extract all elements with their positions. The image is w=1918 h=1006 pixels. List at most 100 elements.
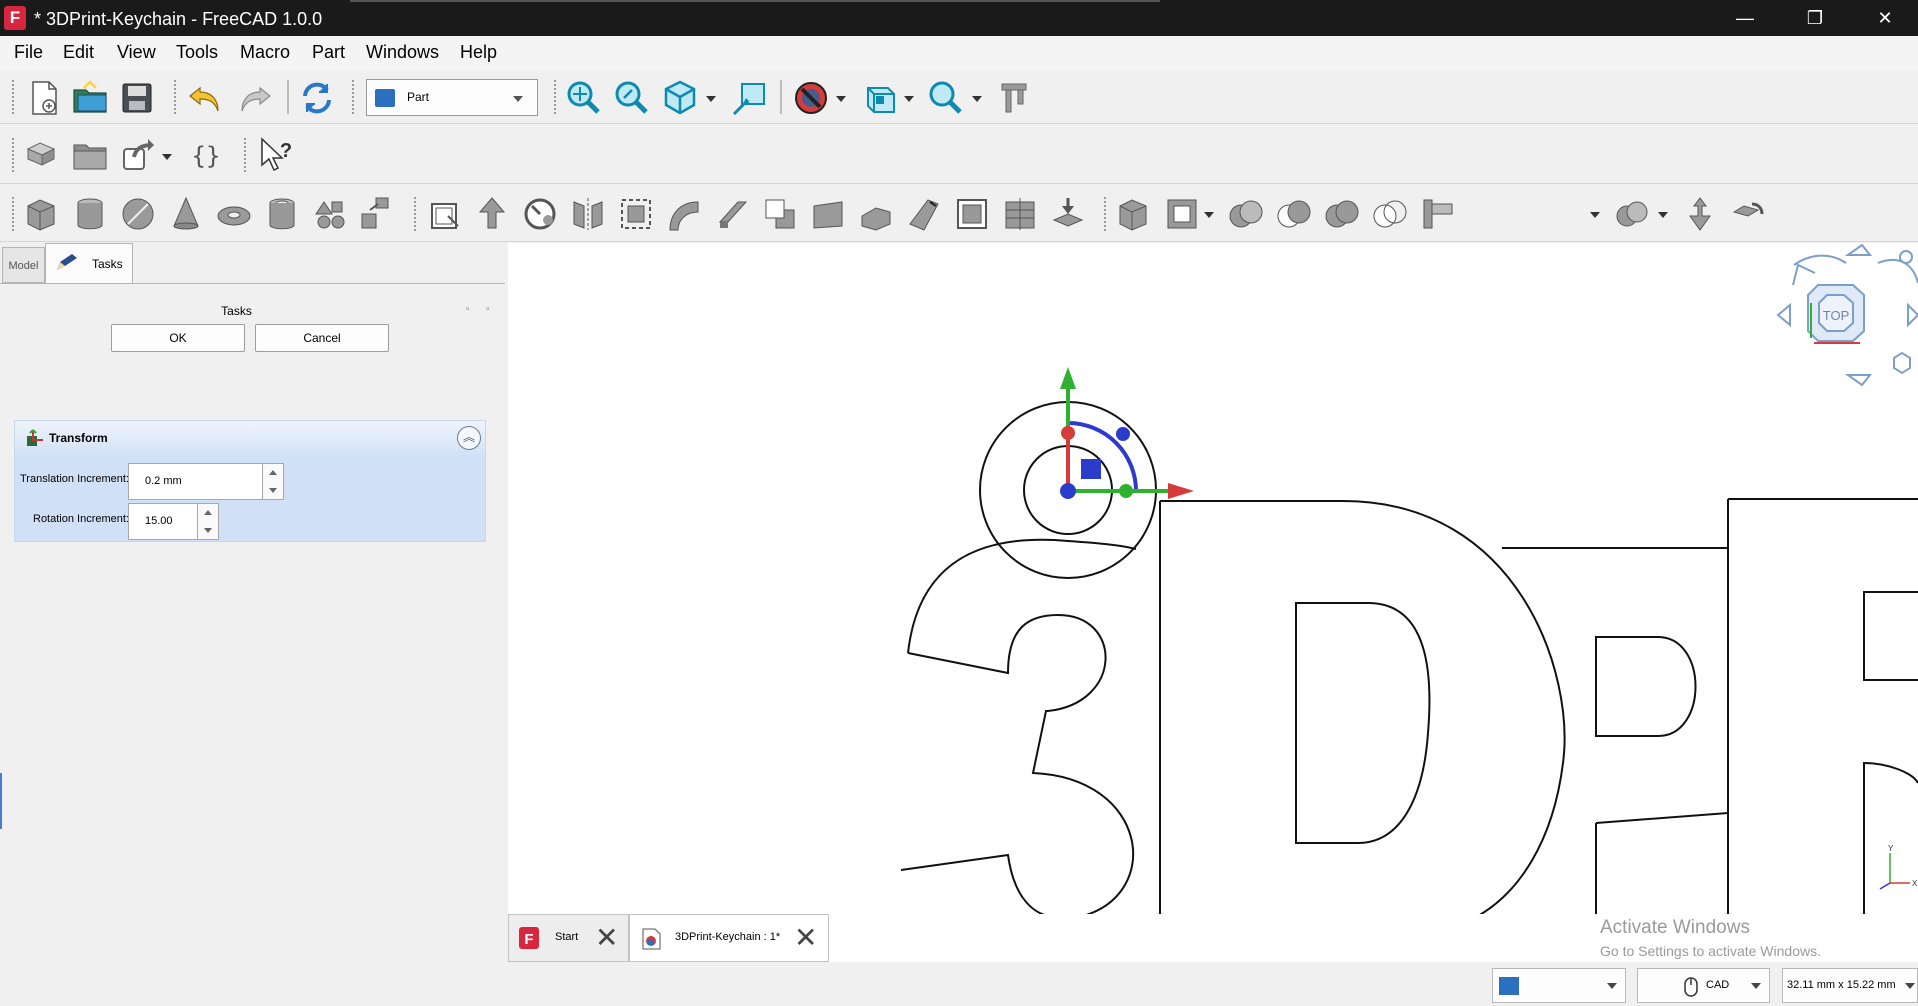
chevron-down-icon[interactable] [204,528,212,533]
open-document-icon[interactable] [70,78,110,118]
undo-icon[interactable] [186,78,226,118]
mirror-icon[interactable] [520,194,560,234]
zoom-icon[interactable] [926,78,966,118]
extrude-icon[interactable] [424,194,464,234]
defeaturing-icon[interactable] [1680,194,1720,234]
minimize-button[interactable]: — [1710,0,1780,36]
tab-tasks[interactable]: Tasks [45,243,133,283]
toolbar-grip[interactable] [174,80,178,114]
maximize-button[interactable]: ❐ [1780,0,1850,36]
chevron-down-icon[interactable] [972,96,982,102]
torus-icon[interactable] [214,194,254,234]
rotation-increment-input[interactable]: 15.00 [128,503,219,540]
collapse-icon[interactable]: ︽ [457,426,481,450]
navcube-face-label[interactable]: TOP [1823,308,1850,323]
menu-macro[interactable]: Macro [240,42,290,62]
chevron-up-icon[interactable] [204,510,212,515]
standard-views-icon[interactable] [860,78,900,118]
fit-all-icon[interactable] [564,78,604,118]
3d-viewport[interactable]: TOP Y X [508,243,1918,914]
measure-icon[interactable] [730,78,770,118]
check-geometry-icon[interactable] [1612,194,1652,234]
doc-tab-start[interactable]: F Start ✕ [508,914,629,962]
shape-builder-icon[interactable] [356,194,396,234]
ok-button[interactable]: OK [111,324,245,352]
link-icon[interactable] [118,135,158,175]
draw-style-selector[interactable] [1492,968,1626,1003]
menu-edit[interactable]: Edit [63,42,94,62]
close-button[interactable]: ✕ [1850,0,1918,36]
close-tab-icon[interactable]: ✕ [794,923,817,953]
transform-header[interactable]: Transform ︽ [15,421,485,455]
toolbar-grip[interactable] [12,138,16,172]
doc-tab-3dprint-keychain[interactable]: 3DPrint-Keychain : 1* ✕ [629,914,829,962]
chevron-down-icon[interactable] [269,488,277,493]
toolbar-grip[interactable] [1104,197,1108,231]
make-face-icon[interactable] [664,194,704,234]
navigation-style-selector[interactable]: CAD [1637,968,1770,1003]
chevron-down-icon[interactable] [1204,212,1214,218]
group-icon[interactable] [70,135,110,175]
part-icon[interactable] [22,135,62,175]
primitives-icon[interactable] [310,194,350,234]
refresh-icon[interactable] [297,78,337,118]
chevron-down-icon[interactable] [1590,212,1600,218]
cross-section-icon[interactable] [904,194,944,234]
tab-model[interactable]: Model [2,247,45,283]
translation-increment-input[interactable]: 0.2 mm [128,463,284,500]
compound-icon[interactable] [1114,194,1154,234]
section-icon[interactable] [856,194,896,234]
menu-view[interactable]: View [117,42,156,62]
attachment-icon[interactable] [1728,194,1768,234]
toolbar-grip[interactable] [12,80,16,114]
expression-icon[interactable]: {} [186,135,226,175]
sphere-icon[interactable] [118,194,158,234]
sketch-canvas[interactable]: TOP Y X [508,243,1918,914]
panel-splitter-highlight[interactable] [0,773,2,829]
chevron-down-icon[interactable] [162,154,172,160]
cut-icon[interactable] [1226,194,1266,234]
workbench-selector[interactable]: Part [366,79,538,116]
undock-icon[interactable]: ▫ [486,304,490,315]
revolve-icon[interactable] [472,194,512,234]
menu-file[interactable]: File [14,42,43,62]
fit-selection-icon[interactable] [612,78,652,118]
toolbar-grip[interactable] [244,138,248,172]
toolbar-grip[interactable] [554,80,558,114]
boolean-icon[interactable] [1162,194,1202,234]
cone-icon[interactable] [166,194,206,234]
fillet-icon[interactable] [568,194,608,234]
ruled-surface-icon[interactable] [712,194,752,234]
close-tab-icon[interactable]: ✕ [595,923,618,953]
offset-icon[interactable] [952,194,992,234]
sweep-icon[interactable] [808,194,848,234]
common-icon[interactable] [1322,194,1362,234]
chevron-up-icon[interactable] [269,470,277,475]
cancel-button[interactable]: Cancel [255,324,389,352]
rotation-increment-stepper[interactable] [197,503,219,540]
draw-style-icon[interactable] [791,78,831,118]
menu-tools[interactable]: Tools [176,42,218,62]
loft-icon[interactable] [760,194,800,234]
toolbar-grip[interactable] [414,197,418,231]
fuse-icon[interactable] [1274,194,1314,234]
chamfer-icon[interactable] [616,194,656,234]
tube-icon[interactable] [262,194,302,234]
menu-part[interactable]: Part [312,42,345,62]
save-icon[interactable] [117,78,157,118]
toolbar-grip[interactable] [12,197,16,231]
whats-this-icon[interactable]: ? [256,135,296,175]
cylinder-icon[interactable] [70,194,110,234]
redo-icon[interactable] [234,78,274,118]
chevron-down-icon[interactable] [1658,212,1668,218]
chevron-down-icon[interactable] [706,96,716,102]
box-icon[interactable] [22,194,62,234]
join-icon[interactable] [1370,194,1410,234]
dimension-readout[interactable]: 32.11 mm x 15.22 mm [1782,968,1918,1003]
toolbar-grip[interactable] [352,80,356,114]
chevron-down-icon[interactable] [836,96,846,102]
menu-windows[interactable]: Windows [366,42,439,62]
new-document-icon[interactable] [24,78,64,118]
isometric-view-icon[interactable] [660,78,700,118]
caliper-icon[interactable] [994,78,1034,118]
